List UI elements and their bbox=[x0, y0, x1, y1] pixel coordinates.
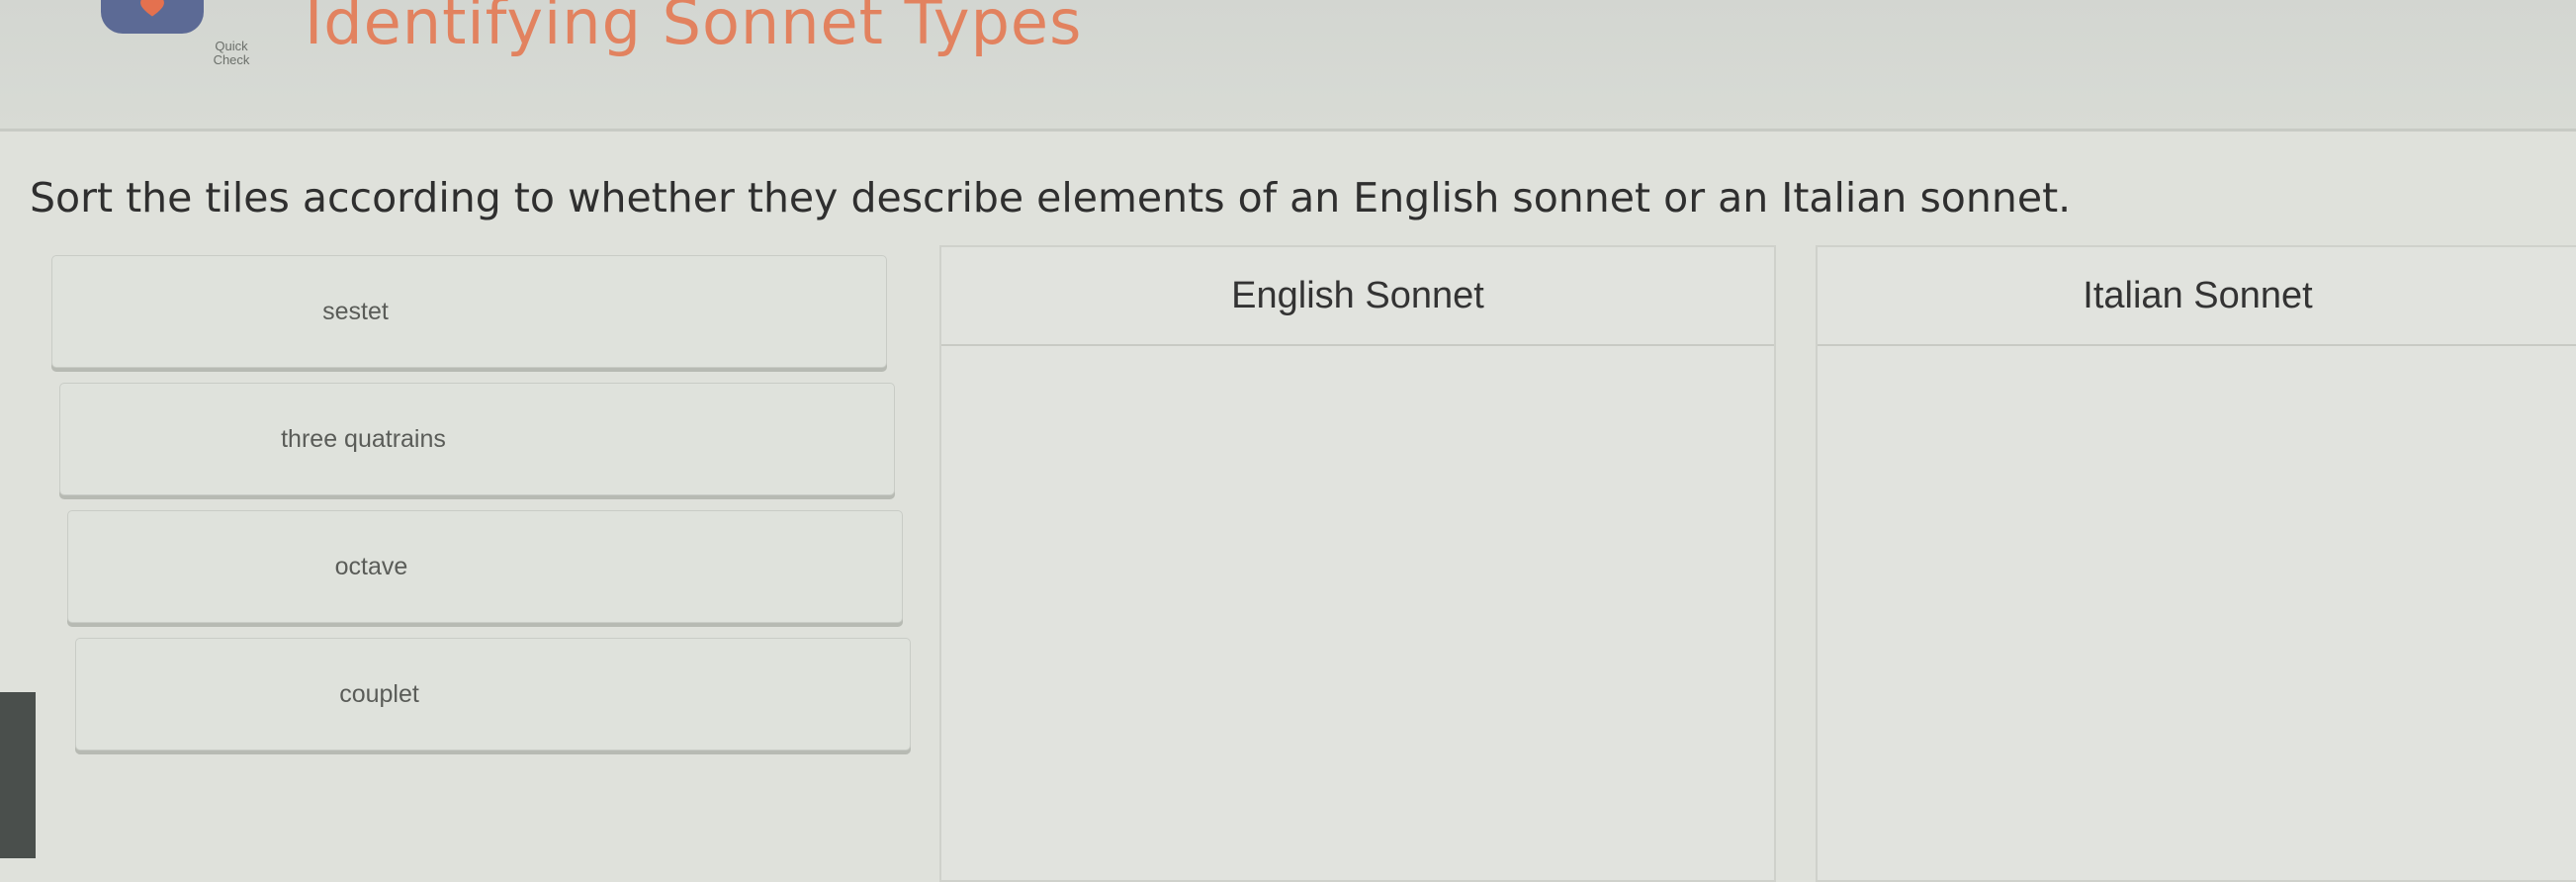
heart-icon bbox=[140, 0, 164, 17]
logo-text: Quick Check bbox=[202, 40, 261, 67]
tile-label: couplet bbox=[339, 679, 419, 708]
italian-sonnet-drop-area[interactable] bbox=[1818, 346, 2576, 880]
tile-sestet[interactable]: sestet bbox=[51, 255, 887, 368]
english-sonnet-bin[interactable]: English Sonnet bbox=[939, 245, 1776, 882]
tile-couplet[interactable]: couplet bbox=[75, 638, 911, 750]
screen-bezel bbox=[0, 692, 36, 858]
tile-label: three quatrains bbox=[281, 424, 446, 453]
instruction-text: Sort the tiles according to whether they… bbox=[30, 174, 2072, 221]
english-sonnet-drop-area[interactable] bbox=[941, 346, 1774, 880]
tile-label: octave bbox=[334, 552, 408, 580]
tile-octave[interactable]: octave bbox=[67, 510, 903, 623]
tile-label: sestet bbox=[322, 297, 389, 325]
tile-three-quatrains[interactable]: three quatrains bbox=[59, 383, 895, 495]
page-title: Identifying Sonnet Types bbox=[305, 0, 1083, 58]
quick-check-logo: Quick Check bbox=[91, 0, 249, 67]
italian-sonnet-bin[interactable]: Italian Sonnet bbox=[1816, 245, 2576, 882]
activity-header: Quick Check Identifying Sonnet Types bbox=[0, 0, 2576, 132]
logo-badge bbox=[101, 0, 204, 34]
logo-line-2: Check bbox=[213, 52, 250, 67]
logo-line-1: Quick bbox=[215, 39, 248, 53]
italian-sonnet-header: Italian Sonnet bbox=[1818, 247, 2576, 346]
english-sonnet-header: English Sonnet bbox=[941, 247, 1774, 346]
